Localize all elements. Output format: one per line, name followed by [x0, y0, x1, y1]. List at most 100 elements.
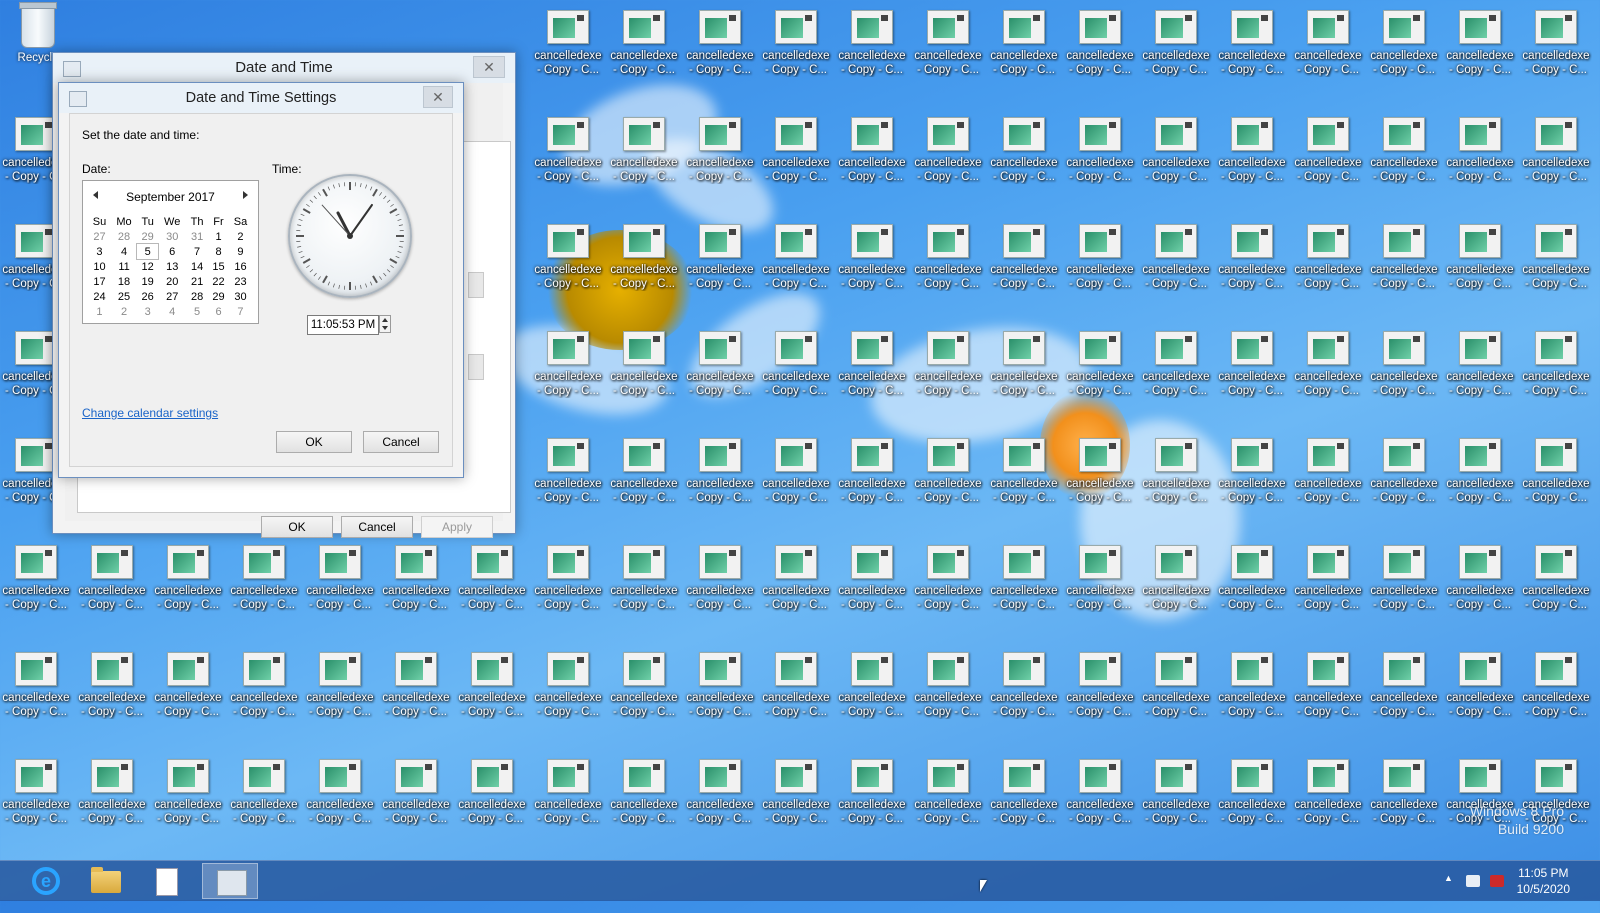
desktop-shortcut[interactable]: cancelledexe- Copy - C...	[912, 107, 984, 209]
calendar-day[interactable]: 1	[88, 304, 111, 319]
calendar-day[interactable]: 26	[137, 289, 158, 304]
calendar-day[interactable]: 9	[229, 244, 252, 259]
speaker-muted-icon[interactable]	[1466, 875, 1480, 887]
calendar-day[interactable]: 16	[229, 259, 252, 274]
desktop-shortcut[interactable]: cancelledexe- Copy - C...	[684, 0, 756, 102]
desktop-shortcut[interactable]: cancelledexe- Copy - C...	[912, 535, 984, 637]
desktop-shortcut[interactable]: cancelledexe- Copy - C...	[912, 214, 984, 316]
desktop-shortcut[interactable]: cancelledexe- Copy - C...	[988, 642, 1060, 744]
desktop-shortcut[interactable]: cancelledexe- Copy - C...	[1292, 749, 1364, 851]
desktop-shortcut[interactable]: cancelledexe- Copy - C...	[1520, 214, 1592, 316]
calendar-day[interactable]: 31	[186, 229, 208, 244]
desktop-shortcut[interactable]: cancelledexe- Copy - C...	[836, 642, 908, 744]
desktop-shortcut[interactable]: cancelledexe- Copy - C...	[1140, 642, 1212, 744]
desktop-shortcut[interactable]: cancelledexe- Copy - C...	[684, 749, 756, 851]
calendar-day[interactable]: 17	[88, 274, 111, 289]
desktop-shortcut[interactable]: cancelledexe- Copy - C...	[760, 0, 832, 102]
desktop-shortcut[interactable]: cancelledexe- Copy - C...	[760, 535, 832, 637]
desktop-shortcut[interactable]: cancelledexe- Copy - C...	[1216, 749, 1288, 851]
desktop-shortcut[interactable]: cancelledexe- Copy - C...	[1520, 0, 1592, 102]
desktop-shortcut[interactable]: cancelledexe- Copy - C...	[608, 321, 680, 423]
desktop-shortcut[interactable]: cancelledexe- Copy - C...	[1292, 642, 1364, 744]
calendar-day[interactable]: 29	[137, 229, 158, 244]
desktop-shortcut[interactable]: cancelledexe- Copy - C...	[1444, 0, 1516, 102]
settings-titlebar[interactable]: Date and Time Settings ✕	[59, 83, 463, 113]
desktop-shortcut[interactable]: cancelledexe- Copy - C...	[152, 535, 224, 637]
desktop-shortcut[interactable]: cancelledexe- Copy - C...	[228, 642, 300, 744]
calendar-day[interactable]: 1	[208, 229, 229, 244]
calendar-day[interactable]: 21	[186, 274, 208, 289]
cancel-button[interactable]: Cancel	[341, 516, 413, 538]
calendar-day[interactable]: 7	[229, 304, 252, 319]
desktop-shortcut[interactable]: cancelledexe- Copy - C...	[1444, 642, 1516, 744]
calendar-day[interactable]: 12	[137, 259, 158, 274]
desktop-shortcut[interactable]: cancelledexe- Copy - C...	[0, 642, 72, 744]
desktop-shortcut[interactable]: cancelledexe- Copy - C...	[1444, 428, 1516, 530]
calendar-day[interactable]: 14	[186, 259, 208, 274]
desktop-shortcut[interactable]: cancelledexe- Copy - C...	[1292, 535, 1364, 637]
date-and-time-titlebar[interactable]: Date and Time ✕	[53, 53, 515, 83]
calendar-day[interactable]: 10	[88, 259, 111, 274]
taskbar-clock[interactable]: 11:05 PM 10/5/2020	[1517, 865, 1570, 897]
desktop-shortcut[interactable]: cancelledexe- Copy - C...	[912, 0, 984, 102]
desktop-shortcut[interactable]: cancelledexe- Copy - C...	[912, 749, 984, 851]
calendar-day[interactable]: 18	[111, 274, 137, 289]
desktop-shortcut[interactable]: cancelledexe- Copy - C...	[684, 107, 756, 209]
calendar-day[interactable]: 6	[158, 244, 186, 259]
desktop-shortcut[interactable]: cancelledexe- Copy - C...	[1368, 107, 1440, 209]
desktop-shortcut[interactable]: cancelledexe- Copy - C...	[912, 321, 984, 423]
desktop-shortcut[interactable]: cancelledexe- Copy - C...	[532, 321, 604, 423]
desktop-shortcut[interactable]: cancelledexe- Copy - C...	[1520, 642, 1592, 744]
calendar-day[interactable]: 3	[88, 244, 111, 259]
desktop-shortcut[interactable]: cancelledexe- Copy - C...	[608, 642, 680, 744]
next-month-icon[interactable]	[243, 191, 248, 199]
desktop-shortcut[interactable]: cancelledexe- Copy - C...	[988, 428, 1060, 530]
desktop-shortcut[interactable]: cancelledexe- Copy - C...	[836, 535, 908, 637]
network-error-icon[interactable]	[1490, 875, 1504, 887]
calendar-day[interactable]: 2	[111, 304, 137, 319]
desktop-shortcut[interactable]: cancelledexe- Copy - C...	[1216, 535, 1288, 637]
calendar-day[interactable]: 20	[158, 274, 186, 289]
desktop-shortcut[interactable]: cancelledexe- Copy - C...	[1140, 214, 1212, 316]
desktop-shortcut[interactable]: cancelledexe- Copy - C...	[1292, 214, 1364, 316]
desktop-shortcut[interactable]: cancelledexe- Copy - C...	[988, 0, 1060, 102]
desktop-shortcut[interactable]: cancelledexe- Copy - C...	[1064, 107, 1136, 209]
desktop-shortcut[interactable]: cancelledexe- Copy - C...	[532, 0, 604, 102]
desktop-shortcut[interactable]: cancelledexe- Copy - C...	[1368, 0, 1440, 102]
desktop-shortcut[interactable]: cancelledexe- Copy - C...	[380, 535, 452, 637]
desktop-shortcut[interactable]: cancelledexe- Copy - C...	[304, 642, 376, 744]
desktop-shortcut[interactable]: cancelledexe- Copy - C...	[1292, 428, 1364, 530]
desktop-shortcut[interactable]: cancelledexe- Copy - C...	[1292, 0, 1364, 102]
taskbar-internet-explorer[interactable]: e	[18, 863, 74, 899]
desktop-shortcut[interactable]: cancelledexe- Copy - C...	[532, 428, 604, 530]
desktop-shortcut[interactable]: cancelledexe- Copy - C...	[1064, 214, 1136, 316]
desktop-shortcut[interactable]: cancelledexe- Copy - C...	[1368, 428, 1440, 530]
desktop-shortcut[interactable]: cancelledexe- Copy - C...	[532, 535, 604, 637]
desktop-shortcut[interactable]: cancelledexe- Copy - C...	[988, 107, 1060, 209]
desktop-shortcut[interactable]: cancelledexe- Copy - C...	[760, 107, 832, 209]
desktop-shortcut[interactable]: cancelledexe- Copy - C...	[228, 749, 300, 851]
desktop-shortcut[interactable]: cancelledexe- Copy - C...	[1140, 107, 1212, 209]
calendar-day[interactable]: 11	[111, 259, 137, 274]
taskbar-file-explorer[interactable]	[78, 863, 134, 899]
desktop-shortcut[interactable]: cancelledexe- Copy - C...	[532, 642, 604, 744]
desktop-shortcut[interactable]: cancelledexe- Copy - C...	[836, 107, 908, 209]
desktop-shortcut[interactable]: cancelledexe- Copy - C...	[152, 749, 224, 851]
desktop-shortcut[interactable]: cancelledexe- Copy - C...	[228, 535, 300, 637]
desktop-shortcut[interactable]: cancelledexe- Copy - C...	[76, 642, 148, 744]
calendar-day[interactable]: 19	[137, 274, 158, 289]
desktop-shortcut[interactable]: cancelledexe- Copy - C...	[836, 428, 908, 530]
desktop-shortcut[interactable]: cancelledexe- Copy - C...	[760, 321, 832, 423]
desktop-shortcut[interactable]: cancelledexe- Copy - C...	[760, 428, 832, 530]
calendar-day[interactable]: 15	[208, 259, 229, 274]
desktop-shortcut[interactable]: cancelledexe- Copy - C...	[1140, 321, 1212, 423]
desktop-shortcut[interactable]: cancelledexe- Copy - C...	[912, 428, 984, 530]
desktop-shortcut[interactable]: cancelledexe- Copy - C...	[1216, 0, 1288, 102]
spin-down-icon[interactable]	[382, 326, 388, 330]
desktop-shortcut[interactable]: cancelledexe- Copy - C...	[1368, 749, 1440, 851]
desktop-shortcut[interactable]: cancelledexe- Copy - C...	[608, 749, 680, 851]
desktop-shortcut[interactable]: cancelledexe- Copy - C...	[152, 642, 224, 744]
taskbar-date-time-settings[interactable]	[202, 863, 258, 899]
calendar-day[interactable]: 22	[208, 274, 229, 289]
desktop-shortcut[interactable]: cancelledexe- Copy - C...	[1140, 0, 1212, 102]
